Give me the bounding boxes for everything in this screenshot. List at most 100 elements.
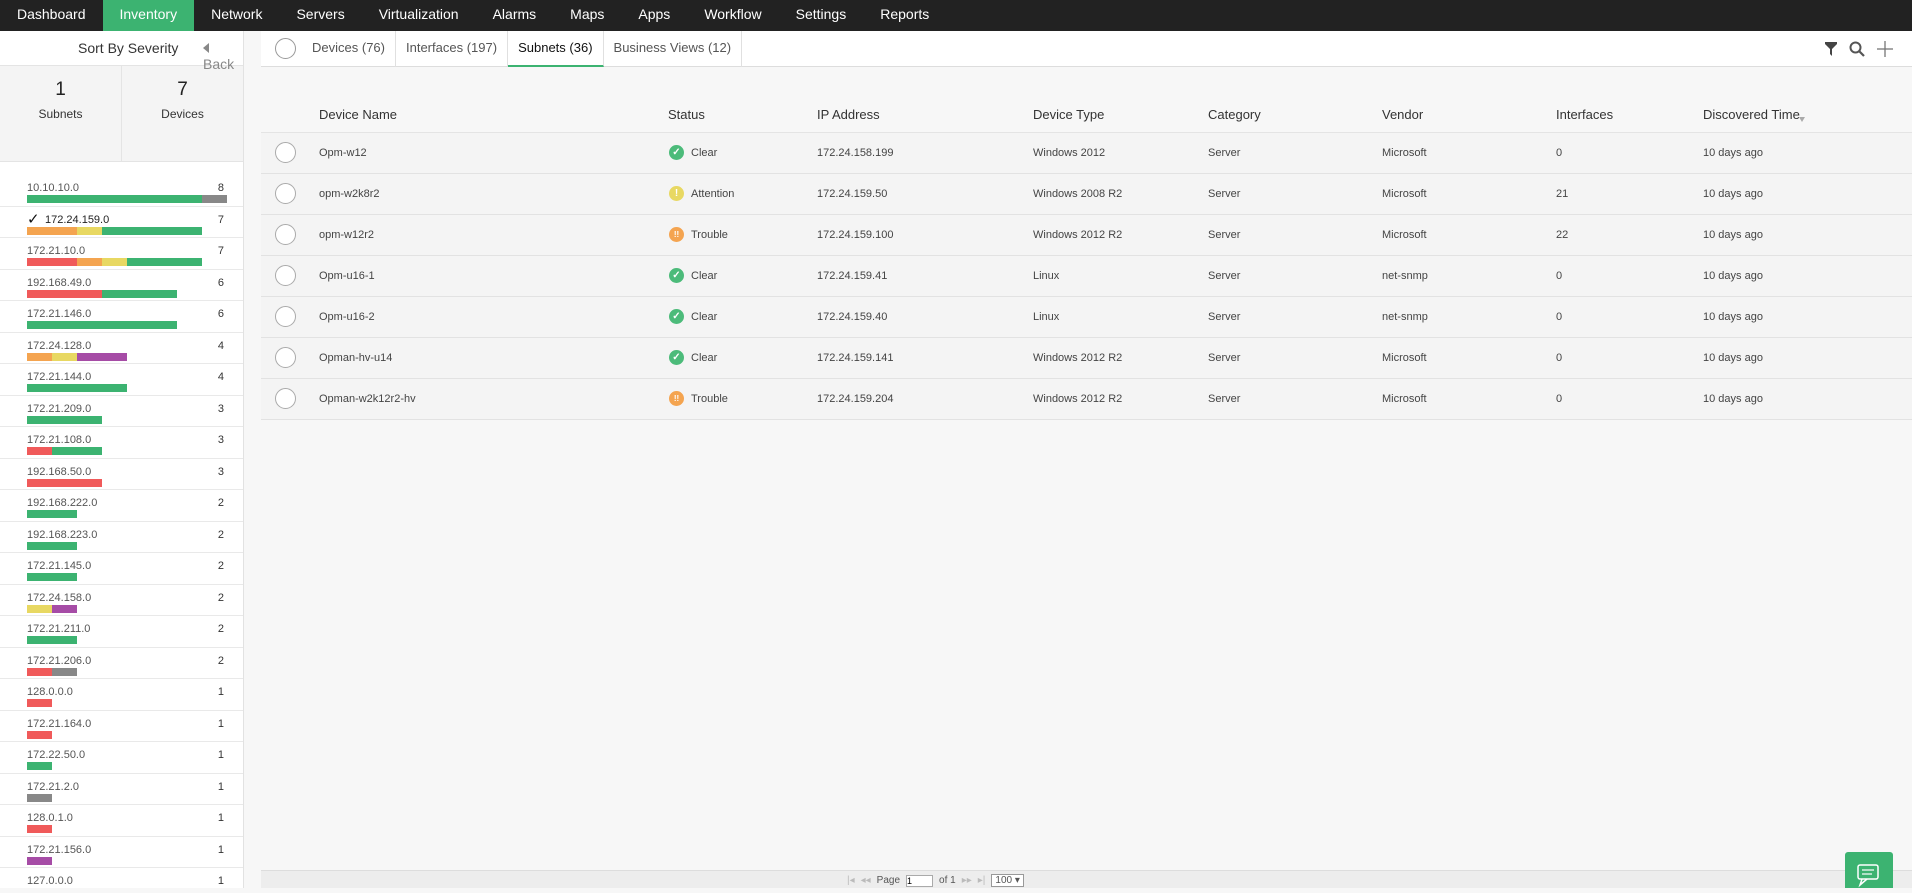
nav-item-inventory[interactable]: Inventory (102, 0, 195, 31)
subnet-row[interactable]: 128.0.1.0 1 (0, 805, 243, 837)
subnet-row[interactable]: 192.168.222.0 2 (0, 490, 243, 522)
back-button[interactable]: Back (203, 40, 243, 72)
subnet-row[interactable]: 172.21.145.0 2 (0, 553, 243, 585)
severity-segment (27, 762, 52, 770)
device-name-cell[interactable]: Opman-w2k12r2-hv (319, 393, 416, 405)
subnet-row[interactable]: 172.21.108.0 3 (0, 427, 243, 459)
row-select-radio[interactable] (275, 265, 296, 286)
page-number-input[interactable] (906, 874, 934, 887)
tab-subnets[interactable]: Subnets (36) (508, 31, 604, 67)
subnet-row[interactable]: 192.168.223.0 2 (0, 522, 243, 553)
table-row[interactable]: ✓ Opm-u16-2 Clear 172.24.159.40 Linux Server n… (261, 297, 1912, 338)
subnet-row[interactable]: 172.21.146.0 6 (0, 301, 243, 333)
severity-segment (27, 226, 77, 235)
subnet-row[interactable]: 172.21.206.0 2 (0, 648, 243, 679)
subnet-row[interactable]: 172.24.158.0 2 (0, 585, 243, 616)
per-page-select[interactable]: 100 ▾ (991, 874, 1024, 887)
subnet-device-count: 3 (217, 402, 224, 415)
chat-button[interactable] (1845, 852, 1893, 888)
table-row[interactable]: ! opm-w2k8r2 Attention 172.24.159.50 Windows… (261, 174, 1912, 215)
subnet-row[interactable]: 172.21.164.0 1 (0, 711, 243, 742)
subnet-name: 172.21.209.0 (27, 402, 92, 415)
col-ip-address[interactable]: IP Address (817, 107, 880, 122)
nav-item-apps[interactable]: Apps (621, 0, 687, 31)
subnet-row[interactable]: 172.24.128.0 4 (0, 333, 243, 364)
subnet-row[interactable]: 172.21.10.0 7 (0, 238, 243, 270)
subnet-row[interactable]: ✓ 172.24.159.0 7 (0, 207, 243, 238)
subnet-device-count: 7 (217, 245, 224, 257)
device-name-cell[interactable]: Opm-w12 (319, 147, 367, 159)
row-select-radio[interactable] (275, 224, 296, 245)
table-row[interactable]: ✓ Opm-w12 Clear 172.24.158.199 Windows 2012 S… (261, 133, 1912, 174)
subnet-device-count: 2 (217, 623, 224, 635)
filter-icon[interactable] (1822, 40, 1840, 58)
nav-item-workflow[interactable]: Workflow (687, 0, 778, 31)
device-type-cell: Windows 2008 R2 (1033, 188, 1123, 200)
subnet-device-count: 6 (217, 276, 224, 289)
nav-item-dashboard[interactable]: Dashboard (0, 0, 103, 31)
subnet-device-count: 1 (217, 812, 224, 824)
row-select-radio[interactable] (275, 183, 296, 204)
col-vendor[interactable]: Vendor (1382, 107, 1423, 122)
select-all-radio[interactable] (275, 38, 296, 59)
add-icon[interactable] (1876, 40, 1894, 58)
subnet-row[interactable]: 192.168.49.0 6 (0, 270, 243, 301)
severity-segment (27, 856, 52, 865)
discovered-time-cell: 10 days ago (1703, 352, 1763, 364)
subnet-row[interactable]: 172.21.156.0 1 (0, 837, 243, 868)
subnet-row[interactable]: 172.21.209.0 3 (0, 396, 243, 427)
search-icon[interactable] (1848, 40, 1866, 58)
table-row[interactable]: !! Opman-w2k12r2-hv Trouble 172.24.159.204 W… (261, 379, 1912, 420)
device-name-cell[interactable]: opm-w2k8r2 (319, 188, 380, 200)
nav-item-virtualization[interactable]: Virtualization (362, 0, 476, 31)
first-page-icon[interactable]: |◂ (847, 875, 855, 886)
subnet-device-count: 2 (217, 497, 224, 509)
row-select-radio[interactable] (275, 306, 296, 327)
subnet-row[interactable]: 172.21.211.0 2 (0, 616, 243, 648)
col-status[interactable]: Status (668, 107, 705, 122)
device-name-cell[interactable]: Opm-u16-1 (319, 270, 375, 282)
tab-devices[interactable]: Devices (76) (302, 31, 396, 67)
col-interfaces[interactable]: Interfaces (1556, 107, 1613, 122)
nav-item-settings[interactable]: Settings (779, 0, 864, 31)
category-cell: Server (1208, 188, 1241, 200)
col-category[interactable]: Category (1208, 107, 1261, 122)
subnet-row[interactable]: 127.0.0.0 1 (0, 868, 243, 888)
page-of-label: of 1 (939, 875, 956, 886)
nav-item-reports[interactable]: Reports (863, 0, 946, 31)
nav-item-alarms[interactable]: Alarms (476, 0, 554, 31)
subnet-row[interactable]: 10.10.10.0 8 (0, 175, 243, 207)
table-row[interactable]: !! opm-w12r2 Trouble 172.24.159.100 Windows … (261, 215, 1912, 256)
col-device-type[interactable]: Device Type (1033, 107, 1104, 122)
sort-desc-icon[interactable] (1799, 117, 1805, 122)
devices-count-box[interactable]: 7 Devices (121, 66, 243, 161)
nav-item-maps[interactable]: Maps (553, 0, 621, 31)
table-row[interactable]: ✓ Opm-u16-1 Clear 172.24.159.41 Linux Server n… (261, 256, 1912, 297)
inventory-tabs: Devices (76) Interfaces (197) Subnets (36)… (302, 31, 743, 67)
subnets-count-box[interactable]: 1 Subnets (0, 66, 121, 161)
tab-interfaces[interactable]: Interfaces (197) (396, 31, 509, 67)
subnet-row[interactable]: 192.168.50.0 3 (0, 459, 243, 490)
tab-business-views[interactable]: Business Views (12) (604, 31, 743, 67)
subnet-row[interactable]: 172.22.50.0 1 (0, 742, 243, 774)
nav-item-network[interactable]: Network (194, 0, 279, 31)
device-name-cell[interactable]: Opman-hv-u14 (319, 352, 392, 364)
nav-item-servers[interactable]: Servers (279, 0, 361, 31)
prev-page-icon[interactable]: ◂◂ (861, 875, 871, 886)
next-page-icon[interactable]: ▸▸ (962, 875, 972, 886)
device-name-cell[interactable]: Opm-u16-2 (319, 311, 375, 323)
subnet-row[interactable]: 172.21.144.0 4 (0, 364, 243, 396)
table-row[interactable]: ✓ Opman-hv-u14 Clear 172.24.159.141 Windows … (261, 338, 1912, 379)
row-select-radio[interactable] (275, 142, 296, 163)
tab-count: (197) (466, 40, 498, 55)
col-device-name[interactable]: Device Name (319, 107, 397, 122)
sort-by-severity-label[interactable]: Sort By Severity (78, 40, 178, 56)
subnet-row[interactable]: 128.0.0.0 1 (0, 679, 243, 711)
row-select-radio[interactable] (275, 347, 296, 368)
col-discovered-time[interactable]: Discovered Time (1703, 107, 1800, 122)
subnet-row[interactable]: 172.21.2.0 1 (0, 774, 243, 805)
last-page-icon[interactable]: ▸| (978, 875, 986, 886)
row-select-radio[interactable] (275, 388, 296, 409)
device-name-cell[interactable]: opm-w12r2 (319, 229, 374, 241)
subnet-name: 172.21.144.0 (27, 371, 92, 383)
